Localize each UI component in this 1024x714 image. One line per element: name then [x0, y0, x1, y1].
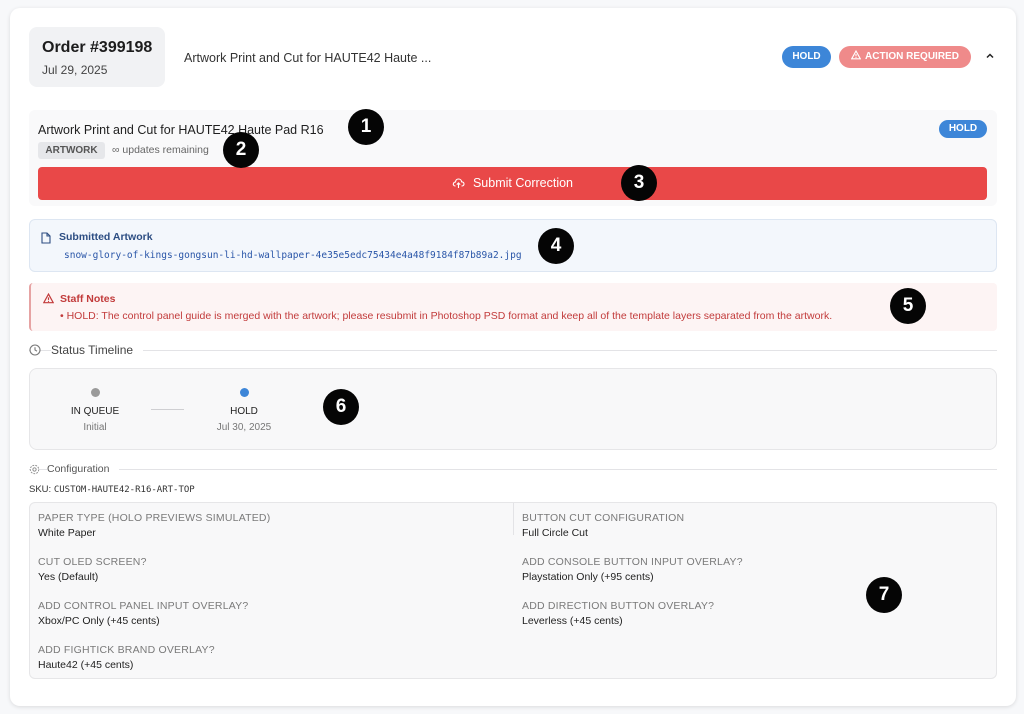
timeline-step-sub: Initial: [83, 422, 107, 433]
staff-notes-box: Staff Notes • HOLD: The control panel gu…: [29, 283, 997, 331]
upload-cloud-icon: [452, 178, 465, 188]
option-label: ADD FIGHTICK BRAND OVERLAY?: [38, 644, 215, 656]
item-status-badge: HOLD: [939, 120, 987, 138]
timeline-step-label: IN QUEUE: [70, 406, 120, 417]
option-label: ADD CONSOLE BUTTON INPUT OVERLAY?: [522, 556, 743, 568]
option-label: ADD CONTROL PANEL INPUT OVERLAY?: [38, 600, 249, 612]
artwork-filename-link[interactable]: snow-glory-of-kings-gongsun-li-hd-wallpa…: [64, 250, 522, 261]
submit-correction-label: Submit Correction: [472, 176, 574, 190]
submit-correction-button[interactable]: Submit Correction: [38, 167, 987, 200]
order-date: Jul 29, 2025: [42, 63, 108, 77]
staff-note-item: • HOLD: The control panel guide is merge…: [60, 310, 833, 322]
timeline-dot-hold: [240, 388, 249, 397]
configuration-label: Configuration: [47, 463, 120, 475]
warning-icon: [43, 293, 54, 304]
configuration-header: Configuration: [29, 463, 997, 479]
option-value: Yes (Default): [38, 571, 99, 583]
configuration-options: PAPER TYPE (HOLO PREVIEWS SIMULATED) Whi…: [29, 502, 997, 679]
warning-icon: [850, 49, 862, 60]
option-value: Haute42 (+45 cents): [38, 659, 134, 671]
timeline-connector: [151, 409, 184, 410]
status-timeline: IN QUEUE Initial HOLD Jul 30, 2025: [29, 368, 997, 450]
option-label: PAPER TYPE (HOLO PREVIEWS SIMULATED): [38, 512, 271, 524]
submitted-artwork-label: Submitted Artwork: [59, 231, 153, 243]
divider: [29, 469, 997, 470]
divider: [29, 350, 997, 351]
annotation-marker-7: 7: [866, 577, 902, 613]
timeline-step-label: HOLD: [230, 406, 258, 417]
order-card: Order #399198 Jul 29, 2025 Artwork Print…: [10, 8, 1016, 706]
timeline-dot-in-queue: [91, 388, 100, 397]
gear-icon: [29, 464, 40, 475]
sku-line: SKU: CUSTOM-HAUTE42-R16-ART-TOP: [29, 484, 195, 495]
chevron-up-icon[interactable]: [984, 51, 996, 63]
submitted-artwork-box: Submitted Artwork snow-glory-of-kings-go…: [29, 219, 997, 272]
status-timeline-label: Status Timeline: [51, 343, 144, 357]
action-required-label: ACTION REQUIRED: [865, 51, 959, 62]
order-header-title: Artwork Print and Cut for HAUTE42 Haute …: [184, 51, 432, 65]
updates-remaining: ∞ updates remaining: [112, 144, 209, 156]
order-summary-box: Order #399198 Jul 29, 2025: [29, 27, 165, 87]
item-title: Artwork Print and Cut for HAUTE42 Haute …: [38, 123, 324, 137]
order-number: Order #399198: [42, 39, 153, 56]
file-icon: [41, 232, 51, 244]
option-value: Full Circle Cut: [522, 527, 588, 539]
annotation-marker-5: 5: [890, 288, 926, 324]
sku-value: CUSTOM-HAUTE42-R16-ART-TOP: [53, 485, 195, 495]
annotation-marker-1: 1: [348, 109, 384, 145]
option-label: CUT OLED SCREEN?: [38, 556, 147, 568]
option-value: Leverless (+45 cents): [522, 615, 623, 627]
item-section: Artwork Print and Cut for HAUTE42 Haute …: [29, 110, 997, 206]
option-value: Playstation Only (+95 cents): [522, 571, 654, 583]
action-required-badge: ACTION REQUIRED: [839, 46, 971, 68]
option-label: BUTTON CUT CONFIGURATION: [522, 512, 685, 524]
sku-label: SKU:: [29, 484, 52, 495]
annotation-marker-2: 2: [223, 132, 259, 168]
option-value: White Paper: [38, 527, 96, 539]
timeline-step-sub: Jul 30, 2025: [216, 422, 272, 433]
artwork-tag: ARTWORK: [38, 142, 105, 159]
annotation-marker-6: 6: [323, 389, 359, 425]
option-value: Xbox/PC Only (+45 cents): [38, 615, 160, 627]
annotation-marker-3: 3: [621, 165, 657, 201]
annotation-marker-4: 4: [538, 228, 574, 264]
staff-notes-label: Staff Notes: [60, 293, 116, 305]
clock-icon: [29, 344, 41, 356]
option-label: ADD DIRECTION BUTTON OVERLAY?: [522, 600, 715, 612]
hold-badge: HOLD: [782, 46, 831, 68]
status-timeline-header: Status Timeline: [29, 342, 997, 358]
column-divider: [513, 503, 514, 535]
